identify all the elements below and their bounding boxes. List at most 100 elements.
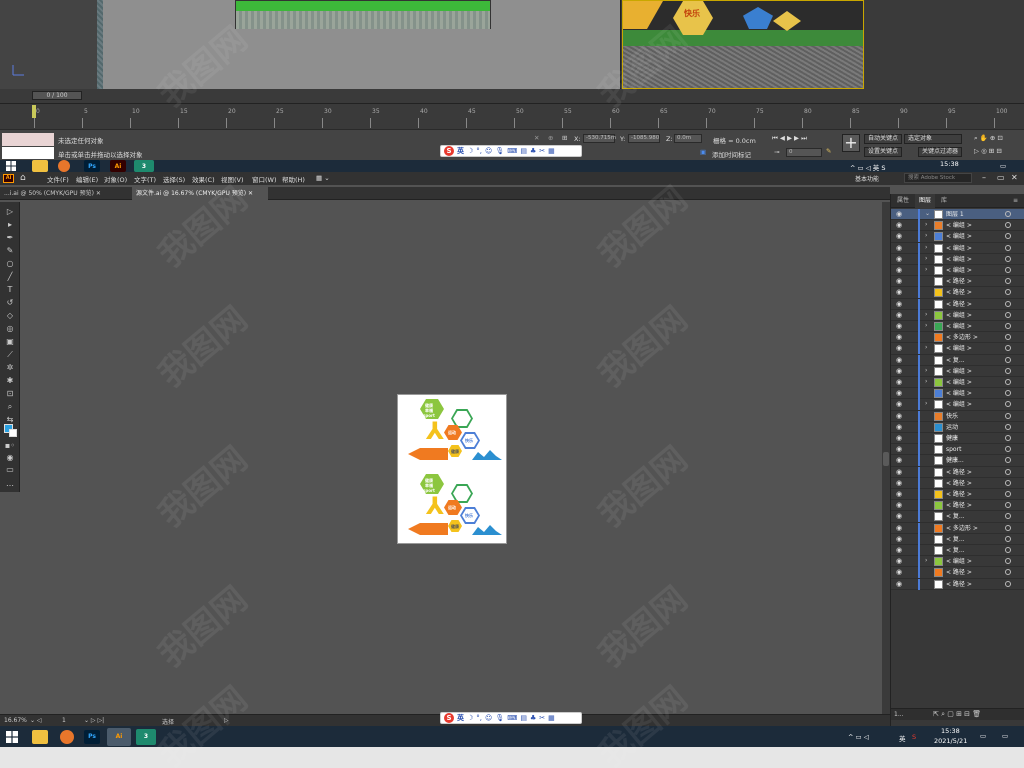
brush-tool-icon[interactable]: ╱	[4, 271, 16, 282]
layer-row[interactable]: ◉ 健康	[891, 433, 1024, 445]
target-circle-icon[interactable]	[1005, 323, 1011, 329]
skin-icon[interactable]: ♣	[530, 714, 536, 722]
file-explorer-icon[interactable]	[32, 730, 48, 744]
color-mode-icons[interactable]: ▪◦	[4, 440, 16, 451]
photoshop-icon[interactable]: Ps	[84, 160, 100, 172]
selected-object-dropdown[interactable]: 选定对象	[904, 134, 962, 144]
keyboard-icon[interactable]: ⌨	[507, 714, 517, 722]
illustrator-icon[interactable]: Ai	[107, 728, 131, 746]
ime-mode[interactable]: 英	[457, 713, 464, 723]
time-tag-icon[interactable]: ▣	[700, 148, 706, 156]
browser-icon[interactable]	[58, 160, 70, 172]
screen-mode-icon[interactable]: ▭	[4, 464, 16, 475]
target-circle-icon[interactable]	[1005, 379, 1011, 385]
tab-document-2[interactable]: 源文件.ai @ 16.67% (CMYK/GPU 预览) ✕	[132, 187, 268, 200]
expand-arrow-icon[interactable]: ›	[925, 557, 927, 564]
target-circle-icon[interactable]	[1005, 311, 1011, 318]
tab-document-1[interactable]: ...i.ai @ 50% (CMYK/GPU 预览) ✕	[0, 187, 130, 200]
target-circle-icon[interactable]	[1005, 435, 1011, 441]
symbol-tool-icon[interactable]: ✱	[4, 375, 16, 386]
target-circle-icon[interactable]	[1005, 255, 1011, 262]
layer-row[interactable]: ◉ sport	[891, 444, 1024, 456]
target-circle-icon[interactable]	[1005, 558, 1011, 565]
keyboard-icon[interactable]: ⌨	[507, 147, 517, 155]
key-filter-button[interactable]: 关键点过滤器	[918, 147, 963, 157]
y-field[interactable]: -1085.980	[628, 134, 660, 143]
tools-icon[interactable]: ✂	[539, 714, 545, 722]
layer-row[interactable]: ◉ < 复...	[891, 354, 1024, 366]
target-circle-icon[interactable]	[1005, 345, 1011, 352]
target-circle-icon[interactable]	[1005, 524, 1011, 531]
layer-row[interactable]: ◉ < 路径 >	[891, 298, 1024, 310]
maximize-icon[interactable]: ▭	[997, 173, 1005, 182]
artboard-number[interactable]: 1	[62, 717, 66, 724]
zoom-level[interactable]: 16.67%	[4, 717, 27, 724]
visibility-eye-icon[interactable]: ◉	[896, 400, 902, 409]
menu-item[interactable]: 选择(S)	[163, 174, 185, 184]
tab-layers[interactable]: 图层	[915, 194, 936, 208]
curvature-tool-icon[interactable]: ✎	[4, 245, 16, 256]
target-circle-icon[interactable]	[1005, 222, 1011, 229]
3dsmax-icon[interactable]: 3	[134, 160, 154, 172]
target-circle-icon[interactable]	[1005, 233, 1011, 240]
key-mode-icon[interactable]: ⊸	[774, 148, 779, 156]
layer-row[interactable]: ◉ › < 编组 >	[891, 309, 1024, 321]
visibility-eye-icon[interactable]: ◉	[896, 423, 902, 432]
target-circle-icon[interactable]	[1005, 446, 1011, 453]
artboard-tool-icon[interactable]: ⊡	[4, 388, 16, 399]
expand-arrow-icon[interactable]: ›	[925, 232, 927, 239]
visibility-eye-icon[interactable]: ◉	[896, 456, 902, 465]
tools-icon[interactable]: ✂	[539, 147, 545, 155]
visibility-eye-icon[interactable]: ◉	[896, 490, 902, 499]
layer-row[interactable]: ◉ › < 编组 >	[891, 265, 1024, 277]
add-key-button[interactable]: +	[842, 134, 860, 152]
layer-row[interactable]: ◉ < 复...	[891, 511, 1024, 523]
visibility-eye-icon[interactable]: ◉	[896, 546, 902, 555]
target-circle-icon[interactable]	[1005, 535, 1011, 542]
target-circle-icon[interactable]	[1005, 356, 1011, 363]
punct-icon[interactable]: °,	[476, 147, 482, 155]
target-circle-icon[interactable]	[1005, 211, 1011, 217]
target-circle-icon[interactable]	[1005, 468, 1011, 475]
key-icon[interactable]: ⊕	[548, 134, 553, 142]
emoji-icon[interactable]: ☺	[485, 714, 492, 722]
toolbox-icon[interactable]: ▤	[520, 714, 527, 722]
layer-row[interactable]: ◉ › < 编组 >	[891, 220, 1024, 232]
viewport-nav-icons[interactable]: ⌕ ✋ ⊕ ⊡	[974, 134, 1003, 143]
workspace-switcher[interactable]: 基本功能	[855, 174, 879, 183]
expand-arrow-icon[interactable]: ›	[925, 255, 927, 262]
menu-item[interactable]: 编辑(E)	[76, 174, 98, 184]
time-slider[interactable]: 0 / 100	[32, 91, 82, 100]
visibility-eye-icon[interactable]: ◉	[896, 580, 902, 589]
auto-key-button[interactable]: 自动关键点	[864, 134, 903, 144]
browser-icon[interactable]	[60, 730, 74, 744]
grid-icon[interactable]: ▦	[548, 714, 555, 722]
gradient-tool-icon[interactable]: ▣	[4, 336, 16, 347]
panel-menu-icon[interactable]: ≡	[1009, 194, 1022, 208]
expand-arrow-icon[interactable]: ›	[925, 244, 927, 251]
visibility-eye-icon[interactable]: ◉	[896, 389, 902, 398]
layer-row[interactable]: ◉ › < 编组 >	[891, 321, 1024, 333]
visibility-eye-icon[interactable]: ◉	[896, 288, 902, 297]
visibility-eye-icon[interactable]: ◉	[896, 255, 902, 264]
minimize-icon[interactable]: –	[982, 173, 986, 182]
photoshop-icon[interactable]: Ps	[84, 730, 100, 744]
target-circle-icon[interactable]	[1005, 367, 1011, 374]
target-circle-icon[interactable]	[1005, 412, 1011, 419]
home-icon[interactable]: ⌂	[20, 173, 30, 183]
artboard[interactable]: 健康 幸福 sport 运动 快乐 健康 ⅄ 健康 幸福 sport 运动 快乐…	[397, 394, 507, 544]
illustrator-icon[interactable]: Ai	[110, 160, 126, 172]
ime-mode[interactable]: 英	[457, 146, 464, 156]
target-circle-icon[interactable]	[1005, 267, 1011, 273]
expand-arrow-icon[interactable]: ›	[925, 221, 927, 228]
ellipse-tool-icon[interactable]: ○	[4, 258, 16, 269]
menu-item[interactable]: 视图(V)	[221, 174, 244, 184]
tray-icons[interactable]: ^ ▭ ◁	[848, 733, 869, 741]
layer-row[interactable]: ◉ < 编组 >	[891, 388, 1024, 400]
target-circle-icon[interactable]	[1005, 390, 1011, 397]
visibility-eye-icon[interactable]: ◉	[896, 434, 902, 443]
visibility-eye-icon[interactable]: ◉	[896, 232, 902, 241]
notification-icon[interactable]: ▭	[1000, 162, 1006, 170]
moon-icon[interactable]: ☽	[467, 714, 473, 722]
expand-arrow-icon[interactable]: ⌄	[925, 210, 930, 217]
